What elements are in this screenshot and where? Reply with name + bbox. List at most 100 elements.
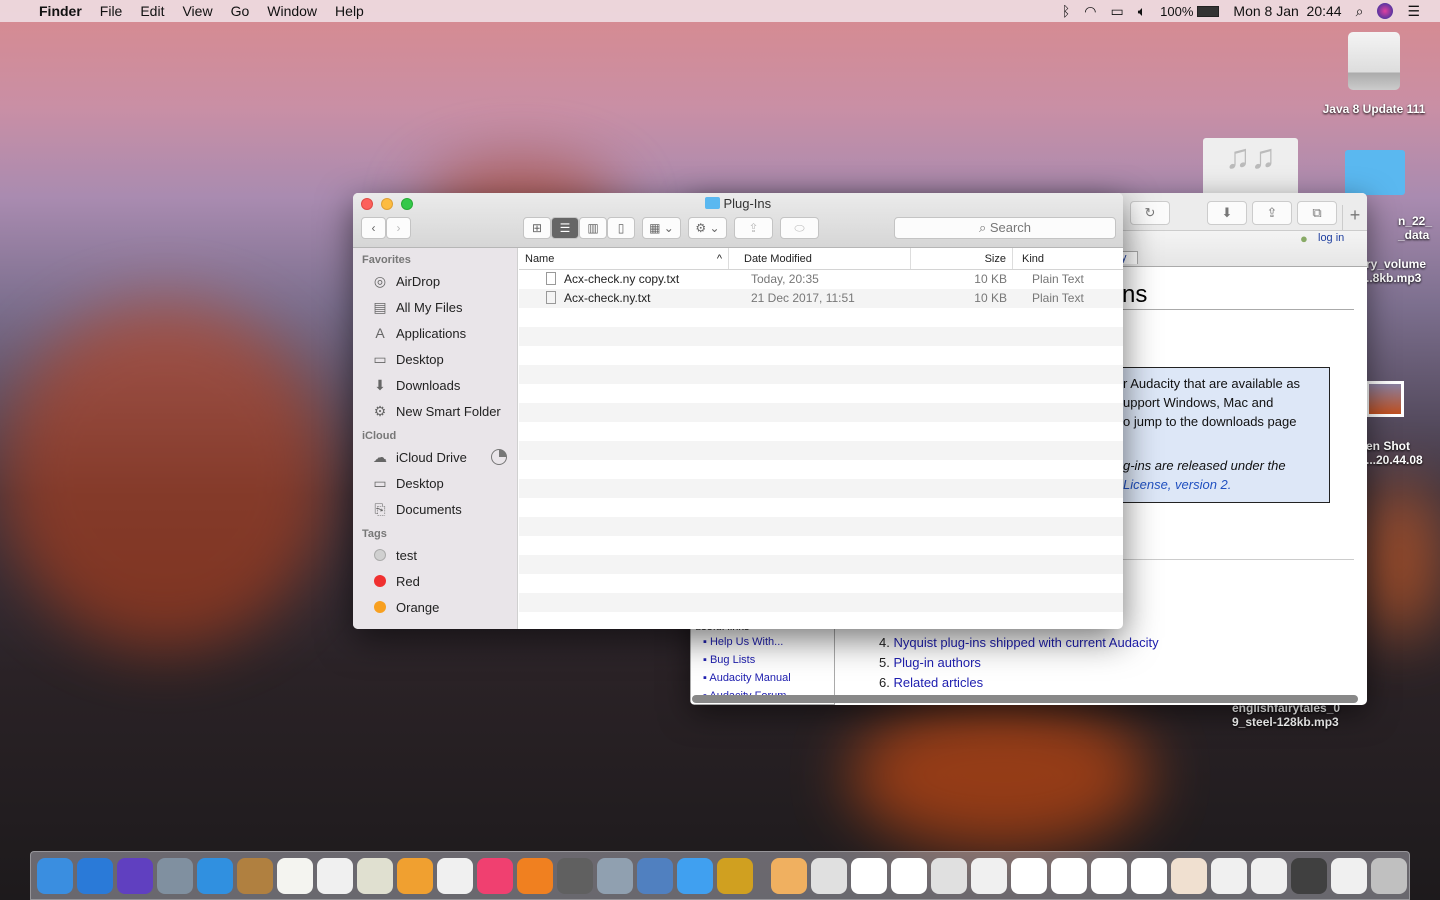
notification-center-icon[interactable]: ☰ [1407,3,1420,20]
list-view-button[interactable]: ☰ [551,217,579,239]
share-button[interactable]: ⇪ [734,217,773,239]
menu-app-finder[interactable]: Finder [30,3,91,19]
menu-file[interactable]: File [91,3,132,19]
link-audacity-manual[interactable]: ▪ Audacity Manual [703,669,834,687]
share-button[interactable]: ⇪ [1252,201,1292,225]
battery-percent[interactable]: 100% [1160,4,1193,19]
screenshot-thumbnail[interactable] [1366,381,1404,417]
arrange-button[interactable]: ▦ ⌄ [642,217,681,239]
desktop-icon-data[interactable]: n_22_ _data [1398,214,1432,242]
dock-app-icon[interactable] [971,857,1007,894]
action-gear-button[interactable]: ⚙ ⌄ [688,217,727,239]
license-link[interactable]: License, version 2. [1123,475,1329,494]
airplay-icon[interactable]: ▭ [1111,3,1124,20]
link-help-us[interactable]: ▪ Help Us With... [703,633,834,651]
dock-app-icon[interactable] [77,857,113,894]
dock-app-icon[interactable] [197,857,233,894]
file-row[interactable]: Acx-check.ny.txt 21 Dec 2017, 11:51 10 KB P… [519,289,1123,308]
dock-app-icon[interactable] [811,857,847,894]
tabs-button[interactable]: ⧉ [1297,201,1337,225]
sidebar-item[interactable]: ⎘ Documents [353,496,517,522]
icon-view-button[interactable]: ⊞ [523,217,551,239]
dock-app-icon[interactable] [117,857,153,894]
file-row[interactable]: Acx-check.ny copy.txt Today, 20:35 10 KB Pl… [519,270,1123,289]
tag-button[interactable]: ⬭ [780,217,819,239]
toc-link[interactable]: Related articles [893,675,983,690]
dock-app-icon[interactable] [1091,857,1127,894]
dock-app-icon[interactable] [357,857,393,894]
bluetooth-icon[interactable]: ᛒ [1062,3,1070,19]
dock-app-icon[interactable] [37,857,73,894]
menu-help[interactable]: Help [326,3,373,19]
column-view-button[interactable]: ▥ [579,217,607,239]
downloads-button[interactable]: ⬇ [1207,201,1247,225]
dock-app-icon[interactable] [1011,857,1047,894]
sidebar-item[interactable]: ▭ Desktop [353,470,517,496]
volume-icon[interactable]: 🔈︎ [1138,3,1146,20]
dock-app-icon[interactable] [437,857,473,894]
wifi-icon[interactable]: ◠ [1084,3,1096,20]
toc-link[interactable]: Plug-in authors [893,655,980,670]
cover-flow-button[interactable]: ▯ [607,217,635,239]
desktop-icon-screenshot[interactable]: en Shot ...20.44.08 [1366,439,1423,467]
dock-app-icon[interactable] [1051,857,1087,894]
dock-app-icon[interactable] [1131,857,1167,894]
dock-app-icon[interactable] [717,857,753,894]
clock[interactable]: Mon 8 Jan 20:44 [1233,3,1341,19]
dock-app-icon[interactable] [277,857,313,894]
dock-app-icon[interactable] [1251,857,1287,894]
sidebar-item[interactable]: A Applications [353,320,517,346]
login-link[interactable]: log in [1318,232,1344,244]
reload-button[interactable]: ↻ [1130,201,1170,225]
dock-app-icon[interactable] [237,857,273,894]
sidebar-item[interactable]: ⚙ New Smart Folder [353,398,517,424]
siri-icon[interactable] [1377,3,1394,19]
horizontal-scrollbar[interactable] [692,695,1358,703]
dock-app-icon[interactable] [771,857,807,894]
sidebar-item[interactable]: ▭ Desktop [353,346,517,372]
dock-app-icon[interactable] [677,857,713,894]
menu-window[interactable]: Window [258,3,326,19]
new-tab-button[interactable]: + [1342,205,1367,231]
battery-icon[interactable] [1197,5,1220,17]
sidebar-item[interactable]: ▤ All My Files [353,294,517,320]
sidebar-tag[interactable]: test [353,542,517,568]
dock-app-icon[interactable] [1171,857,1207,894]
dock-app-icon[interactable] [477,857,513,894]
audio-file-icon[interactable]: ♫♫ [1203,138,1298,196]
desktop-icon-englishfairytales[interactable]: englishfairytales_0 9_steel-128kb.mp3 [1232,701,1340,729]
dock-app-icon[interactable] [157,857,193,894]
toc-link[interactable]: Nyquist plug-ins shipped with current Au… [893,635,1158,650]
dock-app-icon[interactable] [1211,857,1247,894]
link-bug-lists[interactable]: ▪ Bug Lists [703,651,834,669]
column-header-size[interactable]: Size [911,248,1013,269]
sidebar-tag[interactable]: Orange [353,594,517,620]
back-button[interactable]: ‹ [361,217,386,239]
dock-app-icon[interactable] [397,857,433,894]
sidebar-item[interactable]: ⬇ Downloads [353,372,517,398]
desktop-icon-mp3[interactable]: ry_volume ..8kb.mp3 [1366,257,1426,285]
icloud-storage-pie-icon[interactable] [491,449,507,465]
dock-app-icon[interactable] [1331,857,1367,894]
dock-app-icon[interactable] [517,857,553,894]
dock-app-icon[interactable] [891,857,927,894]
dock-app-icon[interactable] [597,857,633,894]
column-header-date[interactable]: Date Modified [729,248,911,269]
search-field[interactable]: ⌕ Search [894,217,1116,239]
dock-app-icon[interactable] [557,857,593,894]
spotlight-search-icon[interactable]: ⌕ [1356,3,1364,20]
dock-app-icon[interactable] [1371,857,1407,894]
menu-go[interactable]: Go [222,3,259,19]
column-header-name[interactable]: Name ^ [519,248,729,269]
menu-view[interactable]: View [173,3,221,19]
desktop-icon-java-installer[interactable]: Java 8 Update 111 [1318,32,1430,116]
dock-app-icon[interactable] [851,857,887,894]
folder-icon[interactable] [1345,150,1405,195]
forward-button[interactable]: › [386,217,411,239]
menu-edit[interactable]: Edit [131,3,173,19]
dock-app-icon[interactable] [317,857,353,894]
sidebar-tag[interactable]: Red [353,568,517,594]
sidebar-item[interactable]: ☁ iCloud Drive [353,444,517,470]
sidebar-item[interactable]: ◎ AirDrop [353,268,517,294]
dock-app-icon[interactable] [637,857,673,894]
